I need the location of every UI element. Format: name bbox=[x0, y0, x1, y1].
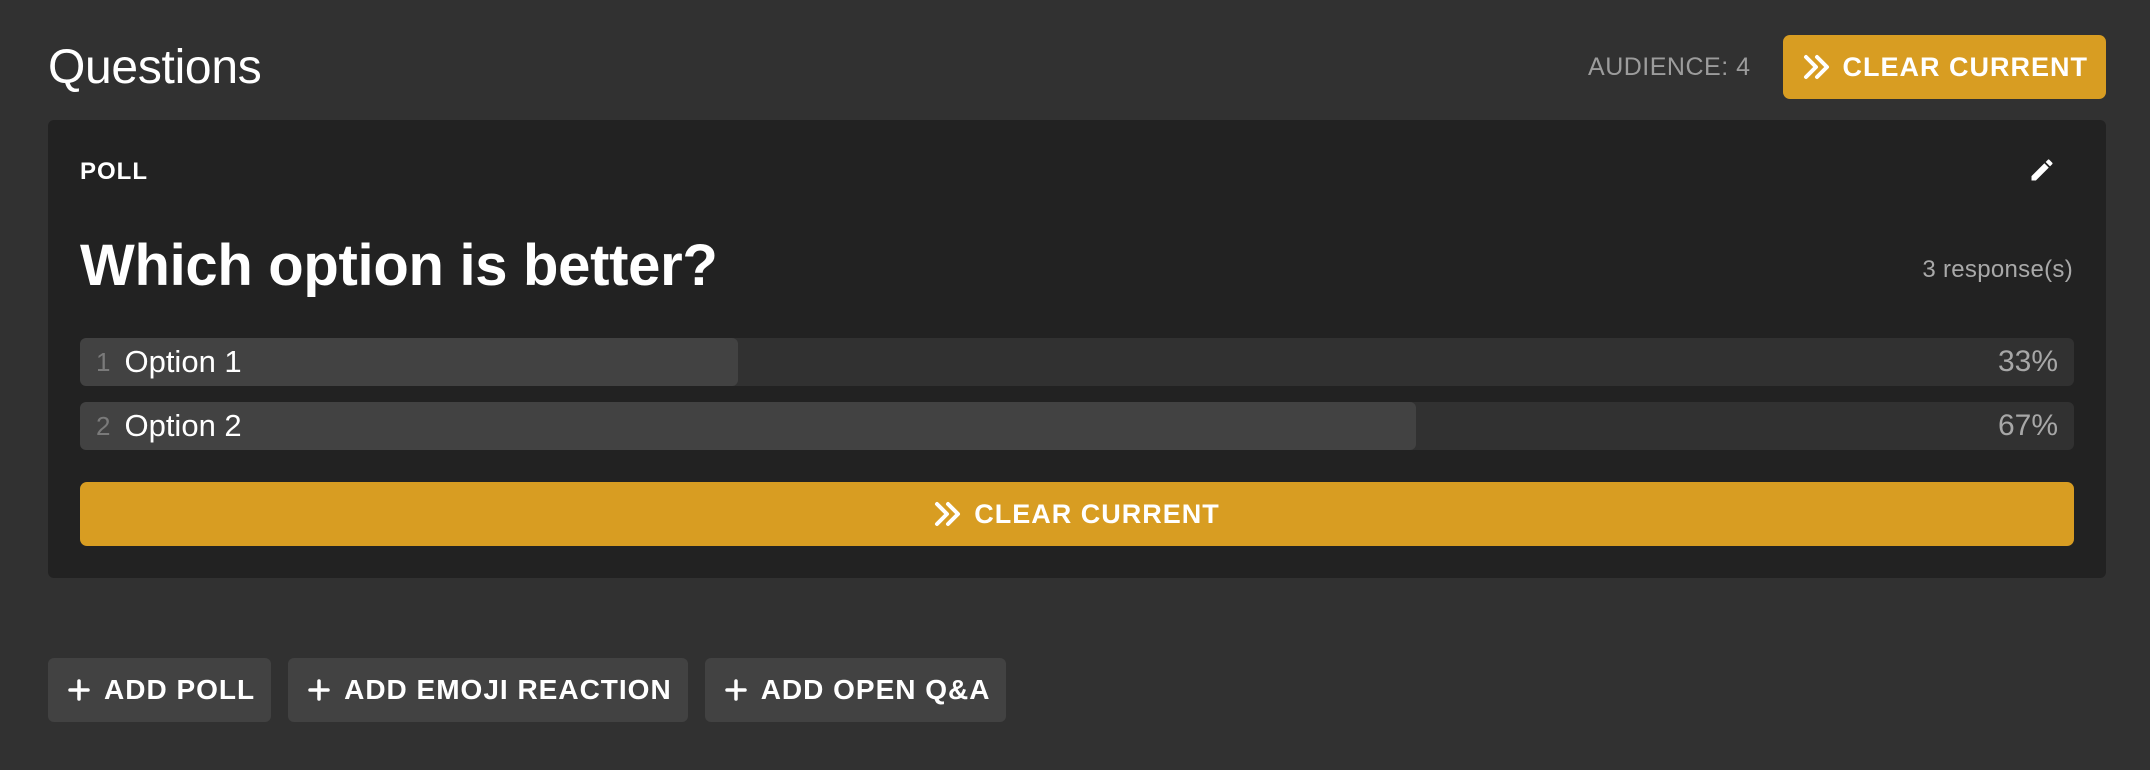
clear-current-label: CLEAR CURRENT bbox=[1842, 51, 2088, 82]
option-number: 2 bbox=[96, 410, 111, 441]
double-chevron-right-icon bbox=[934, 501, 962, 527]
clear-current-button-header[interactable]: CLEAR CURRENT bbox=[1782, 35, 2106, 99]
response-count: 3 response(s) bbox=[1922, 256, 2073, 283]
pencil-icon bbox=[2028, 156, 2056, 189]
question-type-label: POLL bbox=[80, 158, 148, 185]
double-chevron-right-icon bbox=[1803, 54, 1831, 80]
question-text: Which option is better? bbox=[80, 233, 718, 298]
add-poll-label: ADD POLL bbox=[104, 674, 256, 705]
option-percent: 67% bbox=[1997, 409, 2058, 442]
add-emoji-reaction-button[interactable]: ADD EMOJI REACTION bbox=[288, 658, 688, 722]
poll-card: POLL Which option is better? 3 response(… bbox=[48, 120, 2106, 578]
plus-icon bbox=[68, 679, 90, 701]
page-title: Questions bbox=[48, 40, 262, 94]
header-actions: AUDIENCE: 4 CLEAR CURRENT bbox=[1588, 35, 2106, 99]
audience-count: AUDIENCE: 4 bbox=[1588, 52, 1751, 81]
poll-option-1[interactable]: 1 Option 1 33% bbox=[80, 338, 2074, 386]
plus-icon bbox=[308, 679, 330, 701]
clear-current-button-card[interactable]: CLEAR CURRENT bbox=[80, 482, 2074, 546]
add-emoji-reaction-label: ADD EMOJI REACTION bbox=[344, 674, 672, 705]
poll-options: 1 Option 1 33% 2 Option 2 67% bbox=[80, 338, 2074, 466]
plus-icon bbox=[724, 679, 747, 701]
add-open-qa-button[interactable]: ADD OPEN Q&A bbox=[704, 658, 1007, 722]
option-percent: 33% bbox=[1997, 345, 2058, 378]
clear-current-label: CLEAR CURRENT bbox=[974, 498, 1220, 529]
questions-page: Questions AUDIENCE: 4 CLEAR CURRENT POLL bbox=[0, 0, 2150, 770]
poll-option-2[interactable]: 2 Option 2 67% bbox=[80, 402, 2074, 450]
add-open-qa-label: ADD OPEN Q&A bbox=[760, 674, 991, 705]
header: Questions AUDIENCE: 4 CLEAR CURRENT bbox=[48, 34, 2106, 100]
edit-button[interactable] bbox=[2022, 152, 2062, 192]
option-label: Option 2 bbox=[124, 408, 242, 443]
option-label: Option 1 bbox=[124, 344, 242, 379]
option-number: 1 bbox=[96, 346, 111, 377]
add-question-actions: ADD POLL ADD EMOJI REACTION ADD OPEN Q&A bbox=[48, 658, 1007, 722]
poll-option-bar-fill bbox=[80, 402, 1416, 450]
add-poll-button[interactable]: ADD POLL bbox=[48, 658, 272, 722]
